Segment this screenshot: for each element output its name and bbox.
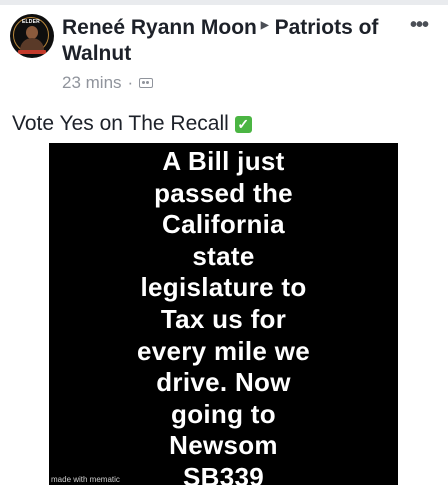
image-text-block: A Bill just passed the California state …	[49, 146, 398, 485]
check-mark-icon: ✓	[234, 115, 252, 133]
facebook-post: ELDER Reneé Ryann Moon ▶ Patriots of Walnu…	[0, 0, 448, 500]
post-meta: 23 mins ·	[62, 72, 154, 94]
image-text-line: Newsom	[169, 430, 278, 461]
image-text-line: passed the	[154, 177, 293, 208]
post-message: Vote Yes on The Recall ✓	[12, 110, 252, 138]
avatar[interactable]: ELDER	[10, 14, 54, 58]
image-text-line: state	[192, 240, 255, 271]
image-text-line: legislature to	[140, 272, 307, 303]
image-watermark: made with mematic	[51, 475, 120, 484]
image-text-line: going to	[171, 398, 276, 429]
image-text-line: drive. Now	[156, 367, 291, 398]
image-text-line: California	[162, 209, 285, 240]
meta-separator: ·	[127, 73, 134, 92]
post-timestamp[interactable]: 23 mins	[62, 72, 122, 94]
post-text: Vote Yes on The Recall	[12, 112, 229, 135]
image-text-line: Tax us for	[160, 303, 287, 334]
author-name-link[interactable]: Reneé Ryann Moon	[62, 16, 257, 39]
avatar-badge-text: ELDER	[22, 19, 40, 25]
image-text-line: A Bill just	[162, 146, 285, 176]
avatar-banner	[18, 50, 46, 54]
more-options-icon[interactable]: •••	[410, 15, 434, 35]
image-text-line: every mile we	[136, 335, 310, 366]
post-image[interactable]: A Bill just passed the California state …	[49, 143, 398, 485]
group-audience-icon[interactable]	[139, 78, 154, 88]
top-divider	[0, 0, 448, 5]
triangle-right-icon: ▶	[260, 20, 269, 31]
post-header: Reneé Ryann Moon ▶ Patriots of Walnut	[62, 13, 402, 67]
